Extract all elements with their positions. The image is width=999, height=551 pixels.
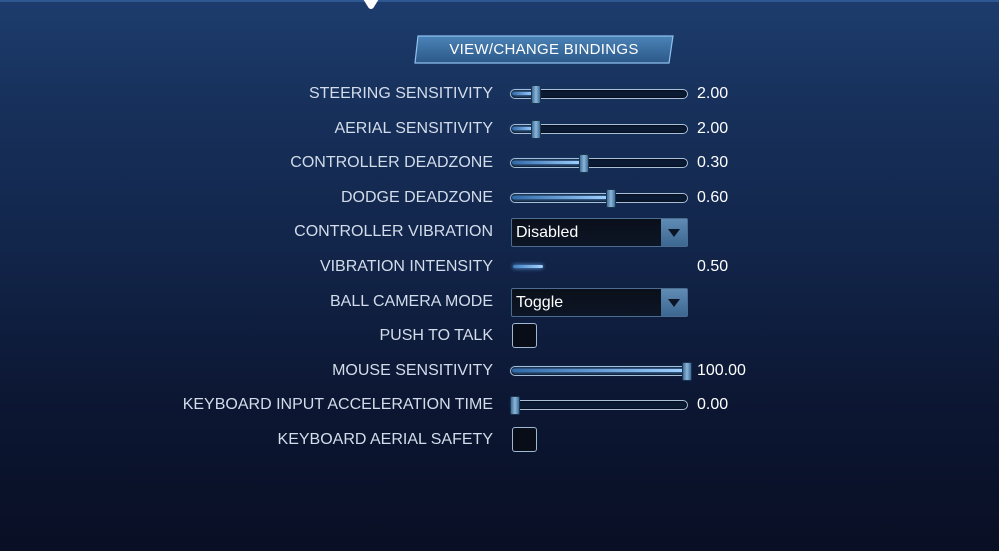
aerial-sensitivity-slider-handle[interactable] [531,120,541,139]
setting-row-ball-camera-mode: BALL CAMERA MODE Toggle [0,287,999,317]
setting-label-dodge-deadzone: DODGE DEADZONE [340,189,493,206]
view-change-bindings-button[interactable]: VIEW/CHANGE BINDINGS [414,35,674,64]
dodge-deadzone-slider[interactable] [510,189,688,208]
vibration-intensity-slider [513,265,543,268]
ball-camera-mode-dropdown[interactable]: Toggle [511,288,688,317]
controller-deadzone-value: 0.30 [697,154,729,171]
steering-sensitivity-slider[interactable] [510,85,688,104]
setting-label-controller-deadzone: CONTROLLER DEADZONE [290,154,493,171]
aerial-sensitivity-slider-fill [512,127,533,130]
setting-label-keyboard-input-acceleration-time: KEYBOARD INPUT ACCELERATION TIME [182,396,493,413]
steering-sensitivity-slider-handle[interactable] [531,85,541,104]
ball-camera-mode-selected-value: Toggle [516,294,564,311]
dodge-deadzone-slider-handle[interactable] [606,189,616,208]
mouse-sensitivity-slider[interactable] [510,362,692,381]
setting-label-steering-sensitivity: STEERING SENSITIVITY [308,85,493,102]
keyboard-input-acceleration-time-value: 0.00 [697,396,729,413]
setting-row-controller-deadzone: CONTROLLER DEADZONE 0.30 [0,148,999,178]
setting-row-mouse-sensitivity: MOUSE SENSITIVITY 100.00 [0,356,999,386]
keyboard-aerial-safety-checkbox[interactable] [512,427,537,452]
keyboard-input-acceleration-time-slider-track[interactable] [510,400,688,410]
setting-label-vibration-intensity: VIBRATION INTENSITY [319,258,493,275]
setting-row-vibration-intensity: VIBRATION INTENSITY 0.50 [0,252,999,282]
emblem-icon [363,0,379,9]
mouse-sensitivity-slider-fill [512,369,684,372]
dodge-deadzone-slider-fill [512,196,608,199]
setting-row-aerial-sensitivity: AERIAL SENSITIVITY 2.00 [0,114,999,144]
mouse-sensitivity-value: 100.00 [697,362,746,379]
setting-row-push-to-talk: PUSH TO TALK [0,321,999,351]
setting-row-keyboard-input-acceleration-time: KEYBOARD INPUT ACCELERATION TIME 0.00 [0,390,999,420]
setting-label-push-to-talk: PUSH TO TALK [379,327,493,344]
mouse-sensitivity-slider-handle[interactable] [682,362,692,381]
setting-row-keyboard-aerial-safety: KEYBOARD AERIAL SAFETY [0,425,999,455]
setting-label-mouse-sensitivity: MOUSE SENSITIVITY [332,362,493,379]
vibration-intensity-value: 0.50 [697,258,729,275]
setting-label-ball-camera-mode: BALL CAMERA MODE [329,293,493,310]
controller-vibration-dropdown[interactable]: Disabled [511,218,688,247]
steering-sensitivity-value: 2.00 [697,85,729,102]
controller-deadzone-slider[interactable] [510,154,688,173]
steering-sensitivity-slider-fill [512,92,533,95]
aerial-sensitivity-slider[interactable] [510,120,688,139]
top-divider [0,0,999,2]
setting-row-controller-vibration: CONTROLLER VIBRATION Disabled [0,217,999,247]
controller-deadzone-slider-handle[interactable] [579,154,589,173]
dodge-deadzone-value: 0.60 [697,189,729,206]
keyboard-input-acceleration-time-slider[interactable] [510,396,688,415]
aerial-sensitivity-value: 2.00 [697,120,729,137]
chevron-down-icon[interactable] [661,219,687,246]
push-to-talk-checkbox[interactable] [512,323,537,348]
setting-label-controller-vibration: CONTROLLER VIBRATION [294,223,493,240]
keyboard-input-acceleration-time-slider-handle[interactable] [510,396,520,415]
controller-vibration-selected-value: Disabled [516,224,579,241]
setting-row-steering-sensitivity: STEERING SENSITIVITY 2.00 [0,79,999,109]
controller-deadzone-slider-fill [512,161,581,164]
setting-label-keyboard-aerial-safety: KEYBOARD AERIAL SAFETY [277,431,493,448]
chevron-down-icon[interactable] [661,289,687,316]
setting-label-aerial-sensitivity: AERIAL SENSITIVITY [334,120,493,137]
view-change-bindings-label: VIEW/CHANGE BINDINGS [449,41,639,58]
setting-row-dodge-deadzone: DODGE DEADZONE 0.60 [0,183,999,213]
